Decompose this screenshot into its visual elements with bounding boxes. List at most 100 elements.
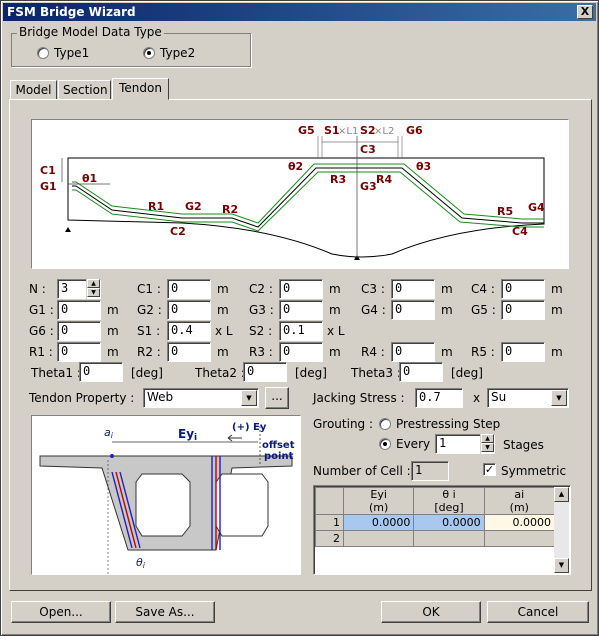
svg-text:Eyi: Eyi [178, 427, 197, 443]
section-diagram-svg: ai Eyi (+) Ey offset point θi [39, 422, 295, 574]
offset-table: Eyi (m) θ i [deg] ai (m) 1 0.0000 0.0000 0.… [313, 485, 571, 575]
tendon-property-browse-button[interactable]: ... [265, 387, 289, 409]
g6-input[interactable]: 0 [57, 321, 101, 341]
c4-input[interactable]: 0 [501, 279, 545, 299]
g3-label: G3 : [249, 303, 274, 317]
g5-label: G5 : [471, 303, 496, 317]
r4-label: R4 : [361, 345, 385, 359]
g1-unit: m [107, 303, 119, 317]
g6-unit: m [107, 324, 119, 338]
type2-radio[interactable] [143, 47, 155, 59]
s2-label: S2 : [249, 324, 273, 338]
theta2-input[interactable]: 0 [243, 362, 287, 382]
cell-ai[interactable] [483, 530, 556, 547]
open-button[interactable]: Open... [11, 601, 111, 623]
prestressing-step-label[interactable]: Prestressing Step [396, 417, 500, 431]
g2-input[interactable]: 0 [167, 300, 211, 320]
save-as-button[interactable]: Save As... [115, 601, 215, 623]
table-row: 2 [315, 530, 556, 547]
g2-label: G2 : [137, 303, 162, 317]
cell-eyi[interactable]: 0.0000 [342, 514, 415, 531]
c4-unit: m [551, 282, 563, 296]
cell-theta[interactable]: 0.0000 [413, 514, 485, 531]
scroll-up-button[interactable]: ▲ [554, 487, 569, 502]
type1-radio[interactable] [37, 47, 49, 59]
prestressing-step-radio[interactable] [379, 418, 391, 430]
every-radio[interactable] [379, 438, 391, 450]
tab-tendon[interactable]: Tendon [112, 78, 169, 100]
theta3-input[interactable]: 0 [399, 362, 443, 382]
s2-unit: x L [327, 324, 345, 338]
c1-unit: m [217, 282, 229, 296]
label-g4: G4 [528, 201, 545, 214]
theta1-input[interactable]: 0 [79, 362, 123, 382]
label-c1: C1 [40, 164, 56, 177]
r1-label: R1 : [29, 345, 53, 359]
label-g5: G5 [298, 124, 315, 137]
c3-unit: m [441, 282, 453, 296]
type2-label[interactable]: Type2 [160, 46, 195, 60]
c3-input[interactable]: 0 [391, 279, 435, 299]
eyi-sub-label: i [194, 433, 197, 443]
chevron-down-icon[interactable]: ▼ [551, 390, 567, 406]
c4-label: C4 : [471, 282, 495, 296]
r1-input[interactable]: 0 [57, 342, 101, 362]
c1-input[interactable]: 0 [167, 279, 211, 299]
theta1-unit: [deg] [131, 366, 163, 380]
s1-input[interactable]: 0.4 [167, 321, 211, 341]
s2-input[interactable]: 0.1 [279, 321, 323, 341]
label-r1: R1 [148, 200, 164, 213]
g4-label: G4 : [361, 303, 386, 317]
g4-unit: m [441, 303, 453, 317]
c2-input[interactable]: 0 [279, 279, 323, 299]
header-theta-line2: [deg] [434, 501, 464, 514]
section-diagram: ai Eyi (+) Ey offset point θi [31, 415, 301, 575]
jacking-unit-select[interactable]: Su ▼ [487, 388, 569, 408]
theta3-unit: [deg] [451, 366, 483, 380]
symmetric-label[interactable]: Symmetric [501, 464, 566, 478]
g1-input[interactable]: 0 [57, 300, 101, 320]
s1-unit: x L [215, 324, 233, 338]
g3-input[interactable]: 0 [279, 300, 323, 320]
cell-theta[interactable] [413, 530, 485, 547]
r3-label: R3 : [249, 345, 273, 359]
g5-input[interactable]: 0 [501, 300, 545, 320]
r5-input[interactable]: 0 [501, 342, 545, 362]
c1-label: C1 : [137, 282, 161, 296]
corner-cell [315, 487, 344, 515]
r4-input[interactable]: 0 [391, 342, 435, 362]
close-button[interactable]: X [577, 5, 593, 19]
tab-section[interactable]: Section [58, 80, 111, 100]
label-c4: C4 [512, 225, 528, 238]
header-ai-line2: (m) [509, 501, 529, 514]
label-g2: G2 [185, 200, 202, 213]
theta-i-sub-label: i [143, 561, 146, 570]
n-label: N : [29, 282, 46, 296]
stages-spinner[interactable]: ▲ ▼ [480, 434, 494, 454]
cell-eyi[interactable] [342, 530, 415, 547]
symmetric-checkbox[interactable]: ✓ [483, 463, 496, 476]
n-spinner[interactable]: ▲ ▼ [86, 279, 100, 299]
type1-label[interactable]: Type1 [54, 46, 89, 60]
table-scrollbar[interactable]: ▲ ▼ [554, 487, 569, 573]
every-label[interactable]: Every [396, 437, 430, 451]
r2-input[interactable]: 0 [167, 342, 211, 362]
r5-label: R5 : [471, 345, 495, 359]
table-row: 1 0.0000 0.0000 0.0000 [315, 514, 556, 531]
c2-unit: m [329, 282, 341, 296]
cancel-button[interactable]: Cancel [487, 601, 589, 623]
r4-unit: m [441, 345, 453, 359]
chevron-down-icon[interactable]: ▼ [241, 390, 257, 406]
r3-input[interactable]: 0 [279, 342, 323, 362]
cell-ai[interactable]: 0.0000 [483, 514, 556, 531]
number-of-cell-input[interactable]: 1 [411, 461, 449, 481]
jacking-stress-input[interactable]: 0.7 [415, 388, 463, 408]
scroll-down-button[interactable]: ▼ [554, 558, 569, 573]
label-theta1: θ1 [82, 172, 97, 185]
tendon-property-select[interactable]: Web ▼ [143, 388, 259, 408]
header-eyi: Eyi (m) [342, 487, 415, 515]
tab-model[interactable]: Model [10, 80, 57, 100]
ok-button[interactable]: OK [381, 601, 481, 623]
tendon-diagram-svg: G5 S1 ×L1 S2 ×L2 G6 C3 θ2 θ3 R3 R4 G3 C1… [40, 124, 545, 260]
g4-input[interactable]: 0 [391, 300, 435, 320]
